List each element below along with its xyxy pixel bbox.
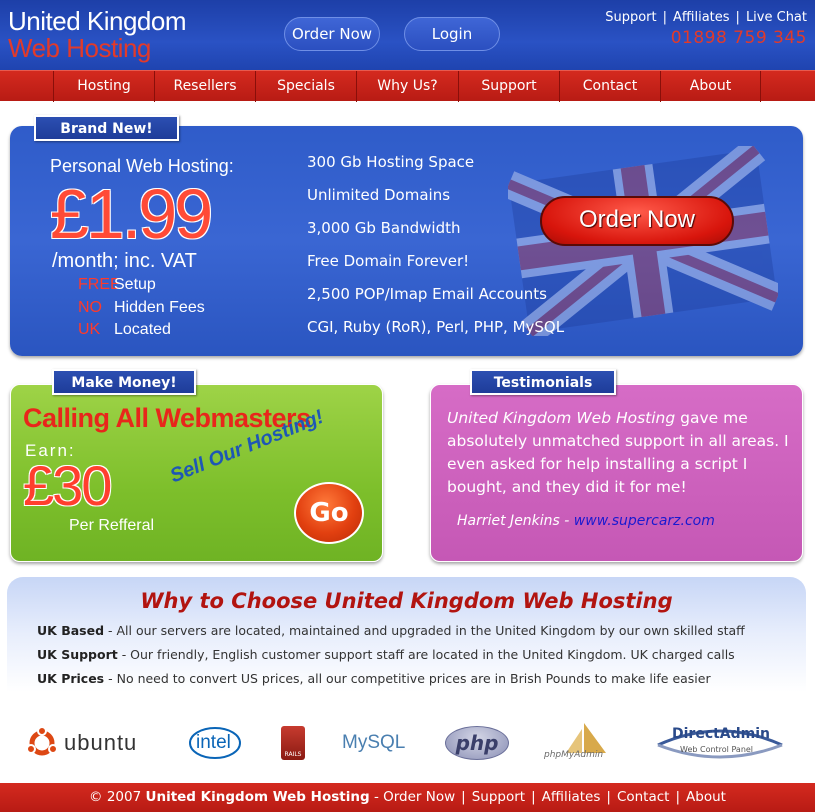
feature-item: 3,000 Gb Bandwidth (307, 219, 461, 237)
nav-item-specials[interactable]: Specials (255, 71, 356, 102)
main-nav: Hosting Resellers Specials Why Us? Suppo… (0, 70, 815, 102)
nav-item-about[interactable]: About (660, 71, 761, 102)
hero-banner: Personal Web Hosting: £1.99 /month; inc.… (10, 126, 803, 356)
feature-item: 300 Gb Hosting Space (307, 153, 475, 171)
affiliate-amount: £30 (23, 454, 112, 517)
nav-item-hosting[interactable]: Hosting (53, 71, 154, 102)
phone-number: 01898 759 345 (670, 28, 807, 48)
testimonial-quote: United Kingdom Web Hosting gave me absol… (447, 409, 789, 496)
why-row-uk-support: UK Support - Our friendly, English custo… (37, 647, 735, 662)
top-link-support[interactable]: Support (605, 10, 656, 25)
affiliate-promo-box[interactable]: Calling All Webmasters Earn: £30 Per Ref… (10, 384, 383, 562)
footer-dash: - (373, 789, 379, 805)
feature-item: Free Domain Forever! (307, 252, 470, 270)
testimonial-box: United Kingdom Web Hosting gave me absol… (430, 384, 803, 562)
logo-line-2[interactable]: Web Hosting (8, 33, 151, 64)
why-title: Why to Choose United Kingdom Web Hosting (140, 589, 673, 613)
testimonial-site-link[interactable]: www.supercarz.com (574, 513, 715, 529)
hero-price: £1.99 (50, 175, 213, 253)
login-button[interactable]: Login (404, 17, 500, 51)
phpmyadmin-logo: phpMyAdmin (544, 715, 606, 770)
go-button[interactable]: Go (294, 482, 364, 544)
hero-period: /month; inc. VAT (52, 250, 197, 272)
ubuntu-icon (26, 726, 58, 755)
make-money-tab: Make Money! (52, 369, 196, 395)
site-footer: © 2007 United Kingdom Web Hosting - Orde… (0, 783, 815, 812)
footer-link-about[interactable]: About (686, 789, 726, 805)
why-row-uk-prices: UK Prices - No need to convert US prices… (37, 671, 711, 686)
nav-item-resellers[interactable]: Resellers (154, 71, 255, 102)
mysql-logo: MySQL (342, 731, 406, 753)
footer-link-affiliates[interactable]: Affiliates (542, 789, 601, 805)
header-order-now-button[interactable]: Order Now (284, 17, 380, 51)
intel-icon (189, 727, 241, 759)
site-header: United Kingdom Web Hosting Order Now Log… (0, 0, 815, 70)
feature-item: Unlimited Domains (307, 186, 451, 204)
per-referral-label: Per Refferal (69, 517, 155, 534)
hero-order-now-button[interactable]: Order Now (540, 196, 734, 246)
hero-bullet-uk-located: UK Located (78, 321, 171, 338)
nav-item-why-us[interactable]: Why Us? (356, 71, 458, 102)
footer-link-contact[interactable]: Contact (617, 789, 670, 805)
footer-site-name: United Kingdom Web Hosting (145, 789, 370, 805)
feature-item: CGI, Ruby (RoR), Perl, PHP, MySQL (307, 318, 565, 336)
footer-link-order-now[interactable]: Order Now (383, 789, 455, 805)
top-link-affiliates[interactable]: Affiliates (673, 10, 730, 25)
hero-features: 300 Gb Hosting Space Unlimited Domains 3… (307, 152, 564, 350)
footer-link-support[interactable]: Support (472, 789, 525, 805)
nav-item-contact[interactable]: Contact (559, 71, 660, 102)
hero-bullet-free-setup: FREESetup (78, 276, 156, 293)
why-choose-section: Why to Choose United Kingdom Web Hosting… (7, 577, 806, 692)
top-links: Support | Affiliates | Live Chat (605, 10, 807, 25)
feature-item: 2,500 POP/Imap Email Accounts (307, 285, 547, 303)
top-link-live-chat[interactable]: Live Chat (746, 10, 807, 25)
directadmin-logo: DirectAdmin Web Control Panel (650, 715, 790, 770)
php-logo: php (445, 715, 509, 770)
why-row-uk-based: UK Based - All our servers are located, … (37, 623, 745, 638)
testimonial-author: Harriet Jenkins - www.supercarz.com (457, 513, 715, 529)
ubuntu-logo: ubuntu (26, 715, 137, 770)
rails-logo: RAILS (281, 715, 305, 770)
technology-logos: ubuntu intel RAILS MySQL php phpMyAdmin (0, 715, 815, 770)
copyright-text: © 2007 (89, 789, 142, 805)
brand-new-tab: Brand New! (34, 115, 179, 141)
intel-logo: intel (189, 715, 241, 770)
testimonials-tab: Testimonials (470, 369, 616, 395)
hero-bullet-no-fees: NO Hidden Fees (78, 299, 205, 316)
nav-item-support[interactable]: Support (458, 71, 559, 102)
